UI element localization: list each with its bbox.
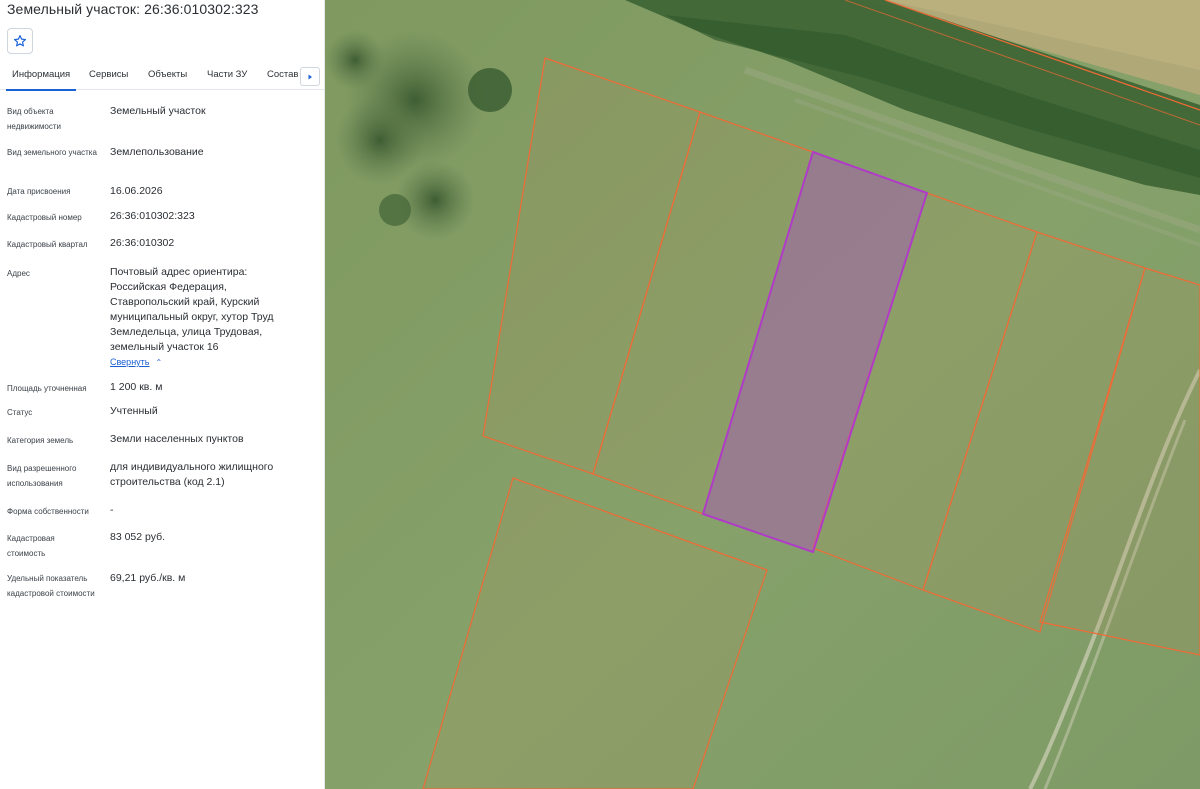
- chevron-right-icon: [308, 74, 312, 79]
- star-outline-icon: [13, 35, 27, 47]
- field-value-address: Почтовый адрес ориентира: Российская Фед…: [110, 266, 274, 353]
- tab-objects[interactable]: Объекты: [148, 69, 187, 80]
- field-label-object-type: Вид объекта недвижимости: [7, 107, 61, 131]
- tab-composition[interactable]: Состав: [267, 69, 298, 80]
- field-value-cadastral-number: 26:36:010302:323: [110, 210, 195, 222]
- field-label-permitted-use: Вид разрешенного использования: [7, 464, 77, 488]
- field-value-specific-value: 69,21 руб./кв. м: [110, 572, 186, 584]
- field-value-cadastral-value: 83 052 руб.: [110, 531, 166, 543]
- field-value-permitted-use: для индивидуального жилищного строительс…: [110, 461, 274, 488]
- tabs-scroll-right-button[interactable]: [300, 67, 320, 86]
- field-label-cadastral-number: Кадастровый номер: [7, 213, 82, 222]
- field-value-cadastral-quarter: 26:36:010302: [110, 237, 175, 249]
- panel-title: Земельный участок: 26:36:010302:323: [7, 1, 259, 17]
- field-label-area: Площадь уточненная: [7, 384, 87, 393]
- field-label-land-category: Категория земель: [7, 436, 74, 445]
- field-value-assigned-date: 16.06.2026: [110, 185, 163, 197]
- tab-parts[interactable]: Части ЗУ: [207, 69, 247, 80]
- collapse-link-label: Свернуть: [110, 357, 150, 367]
- tab-services[interactable]: Сервисы: [89, 69, 128, 80]
- satellite-map: [325, 0, 1200, 789]
- field-value-land-category: Земли населенных пунктов: [110, 433, 244, 445]
- tab-bar: Информация Сервисы Объекты Части ЗУ Сост…: [0, 64, 324, 91]
- info-panel: Земельный участок: 26:36:010302:323 Инфо…: [0, 0, 325, 789]
- field-label-assigned-date: Дата присвоения: [7, 187, 71, 196]
- field-label-specific-value: Удельный показатель кадастровой стоимост…: [7, 574, 95, 598]
- field-label-address: Адрес: [7, 269, 30, 278]
- field-value-area: 1 200 кв. м: [110, 381, 163, 393]
- shrub: [325, 30, 385, 90]
- shrub: [468, 68, 512, 112]
- tab-info[interactable]: Информация: [5, 69, 77, 91]
- field-value-status: Учтенный: [110, 405, 158, 417]
- collapse-address-link[interactable]: Свернуть ⌃: [110, 357, 162, 367]
- field-label-status: Статус: [7, 408, 33, 417]
- field-value-object-type: Земельный участок: [110, 105, 206, 117]
- field-label-ownership: Форма собственности: [7, 507, 89, 516]
- shrub: [379, 194, 411, 226]
- field-value-land-type: Землепользование: [110, 146, 204, 158]
- field-value-ownership: -: [110, 504, 114, 516]
- favorite-button[interactable]: [7, 28, 33, 54]
- field-label-land-type: Вид земельного участка: [7, 148, 97, 157]
- map-canvas[interactable]: [325, 0, 1200, 789]
- field-label-cadastral-value: Кадастровая стоимость: [7, 534, 55, 558]
- chevron-up-icon: ⌃: [155, 358, 163, 367]
- field-label-cadastral-quarter: Кадастровый квартал: [7, 240, 88, 249]
